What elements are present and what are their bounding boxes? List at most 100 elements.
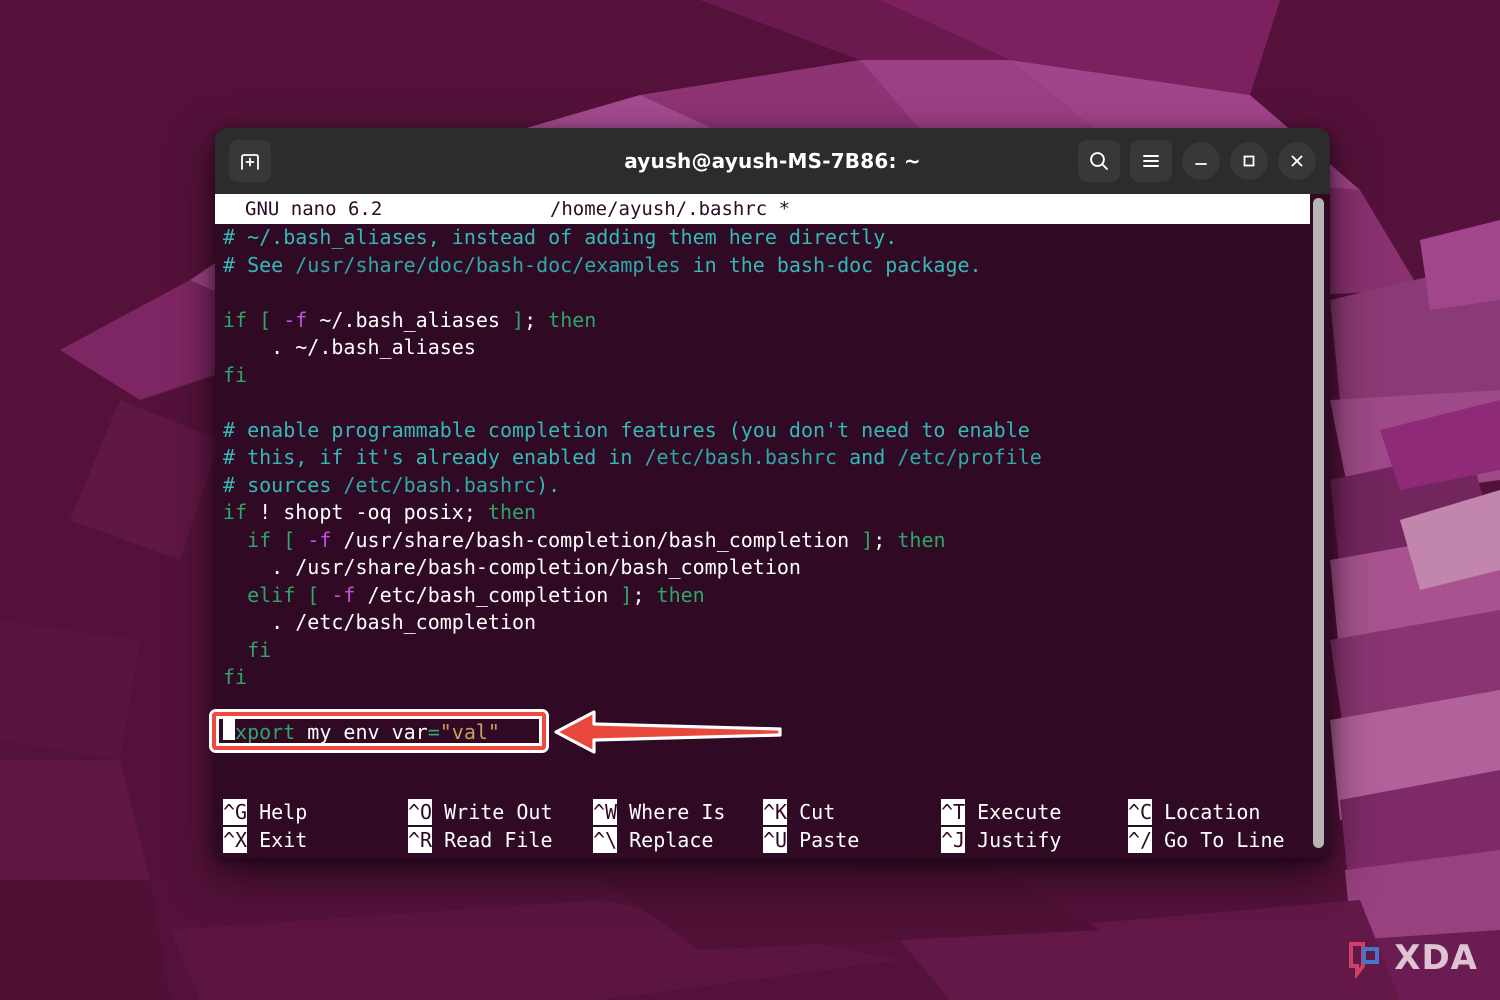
code-line: if [ -f /usr/share/bash-completion/bash_… <box>223 527 1330 555</box>
shortcut-item[interactable]: ^W Where Is <box>593 799 725 825</box>
shortcut-item[interactable]: ^C Location <box>1128 799 1260 825</box>
terminal-scrollbar[interactable] <box>1313 198 1324 848</box>
shortcut-item[interactable]: ^U Paste <box>763 827 859 853</box>
shortcut-label: Where Is <box>617 800 726 824</box>
code-line: elif [ -f /etc/bash_completion ]; then <box>223 582 1330 610</box>
code-token: /etc/profile <box>897 445 1042 469</box>
menu-button[interactable] <box>1130 140 1172 182</box>
titlebar-controls <box>1068 140 1316 182</box>
shortcut-item[interactable]: ^O Write Out <box>408 799 553 825</box>
code-token: ). <box>536 472 561 497</box>
shortcut-label: Justify <box>965 828 1062 852</box>
code-token: . ~/.bash_aliases <box>223 335 476 359</box>
code-token: [ <box>259 307 284 332</box>
code-token: # ~/.bash_aliases, instead of adding the… <box>223 225 898 249</box>
shortcut-item[interactable]: ^X Exit <box>223 827 307 853</box>
code-line: fi <box>223 637 1330 665</box>
code-token: /etc/bash.bashrc <box>343 472 537 497</box>
shortcut-item[interactable]: ^G Help <box>223 799 307 825</box>
window-titlebar[interactable]: ayush@ayush-MS-7B86: ~ <box>215 128 1330 194</box>
code-token: ] <box>861 527 874 552</box>
shortcut-item[interactable]: ^R Read File <box>408 827 553 853</box>
hamburger-menu-icon <box>1143 155 1159 167</box>
shortcut-label: Write Out <box>432 800 553 824</box>
maximize-button[interactable] <box>1230 142 1268 180</box>
shortcut-key: ^T <box>941 799 966 825</box>
code-token: ; <box>463 500 488 524</box>
shortcut-key: ^G <box>223 799 248 825</box>
code-token: then <box>548 307 597 332</box>
close-button[interactable] <box>1278 142 1316 180</box>
nano-header-bar: GNU nano 6.2 /home/ayush/.bashrc * <box>215 194 1310 224</box>
shortcut-label: Read File <box>432 828 553 852</box>
code-token: -f <box>331 582 356 607</box>
shortcut-label: Go To Line <box>1152 828 1285 852</box>
shortcut-item[interactable]: ^K Cut <box>763 799 835 825</box>
code-token: -f <box>283 307 308 332</box>
code-token: ; <box>632 582 657 607</box>
code-token: ; <box>524 307 549 332</box>
shortcut-key: ^J <box>941 827 966 853</box>
xda-logo-icon <box>1349 942 1380 978</box>
code-token: fi <box>223 637 272 662</box>
minimize-button[interactable] <box>1182 142 1220 180</box>
shortcut-item[interactable]: ^/ Go To Line <box>1128 827 1285 853</box>
maximize-icon <box>1243 155 1255 167</box>
code-line: . ~/.bash_aliases <box>223 334 1330 362</box>
code-token: elif <box>223 582 308 607</box>
shortcut-label: Help <box>247 800 308 824</box>
shortcut-item[interactable]: ^T Execute <box>941 799 1061 825</box>
code-token: ] <box>512 307 525 332</box>
code-token: if <box>223 307 260 332</box>
shortcut-key: ^/ <box>1128 827 1153 853</box>
code-line: fi <box>223 664 1330 692</box>
shortcut-row-2: ^X Exit ^R Read File ^\ Replace ^U Paste ^J … <box>223 826 1310 854</box>
shortcut-row-1: ^G Help ^O Write Out ^W Where Is ^K Cut ^T E… <box>223 798 1310 826</box>
code-line: fi <box>223 362 1330 390</box>
search-icon <box>1090 152 1108 170</box>
arrow-annotation <box>554 710 782 754</box>
code-token: -f <box>307 527 332 552</box>
code-token: /usr/share/bash-completion/bash_completi… <box>331 527 862 552</box>
shortcut-item[interactable]: ^J Justify <box>941 827 1061 853</box>
code-line: if [ -f ~/.bash_aliases ]; then <box>223 307 1330 335</box>
code-token: ! shopt -oq posix <box>259 500 464 524</box>
code-token: if <box>223 527 284 552</box>
code-token: . /etc/bash_completion <box>223 610 537 634</box>
code-line: # sources /etc/bash.bashrc). <box>223 472 1330 500</box>
shortcut-key: ^C <box>1128 799 1153 825</box>
code-line: # enable programmable completion feature… <box>223 417 1330 445</box>
xda-wordmark: XDA <box>1394 938 1478 978</box>
highlight-box-annotation <box>212 712 546 750</box>
shortcut-label: Execute <box>965 800 1062 824</box>
nano-file-label: /home/ayush/.bashrc * <box>549 198 791 220</box>
code-token: [ <box>283 527 308 552</box>
code-token: if <box>223 500 260 524</box>
xda-watermark: XDA <box>1347 938 1478 978</box>
code-token: in the bash-doc package. <box>680 252 982 277</box>
code-line: . /usr/share/bash-completion/bash_comple… <box>223 554 1330 582</box>
close-icon <box>1291 155 1303 167</box>
code-line: # ~/.bash_aliases, instead of adding the… <box>223 224 1330 252</box>
shortcut-key: ^O <box>408 799 433 825</box>
nano-editor[interactable]: GNU nano 6.2 /home/ayush/.bashrc * # ~/.… <box>215 194 1330 858</box>
shortcut-key: ^U <box>763 827 788 853</box>
shortcut-label: Location <box>1152 800 1261 824</box>
code-token: fi <box>223 362 248 387</box>
new-tab-button[interactable] <box>229 140 271 182</box>
code-token: # See <box>223 252 296 277</box>
shortcut-key: ^\ <box>593 827 618 853</box>
code-token: /etc/bash.bashrc <box>644 445 838 469</box>
code-token: . /usr/share/bash-completion/bash_comple… <box>223 555 801 579</box>
code-token: # enable programmable completion feature… <box>223 417 1030 442</box>
code-token: /etc/bash_completion <box>355 582 621 607</box>
search-button[interactable] <box>1078 140 1120 182</box>
code-line: . /etc/bash_completion <box>223 609 1330 637</box>
code-token: and <box>837 445 898 469</box>
shortcut-item[interactable]: ^\ Replace <box>593 827 713 853</box>
desktop: ayush@ayush-MS-7B86: ~ GNU nano 6.2 /hom… <box>0 0 1500 1000</box>
code-token: ; <box>873 527 898 552</box>
shortcut-label: Exit <box>247 828 308 852</box>
